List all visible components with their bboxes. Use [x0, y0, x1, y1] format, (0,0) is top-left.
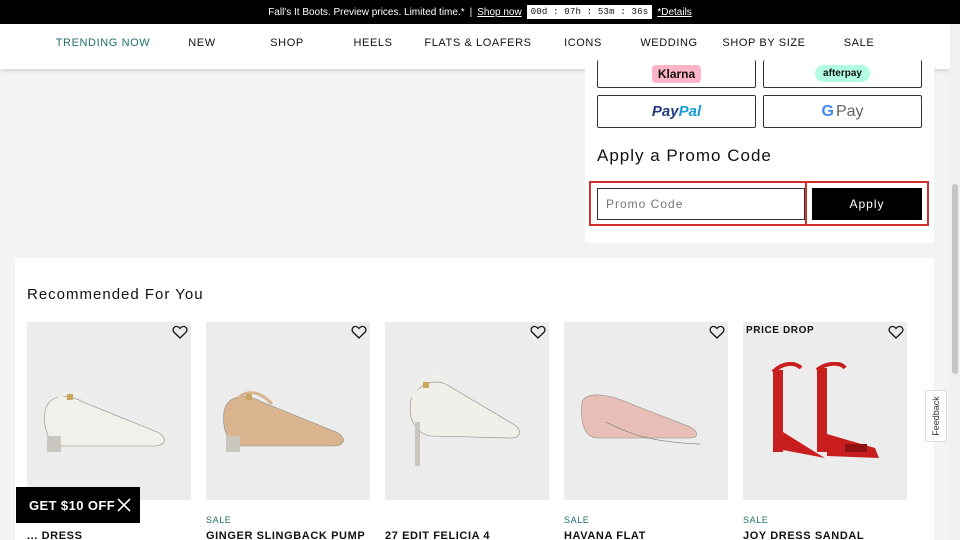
afterpay-button[interactable]: afterpay — [763, 60, 922, 88]
nav-shop[interactable]: SHOP — [270, 24, 304, 69]
google-g-icon: G — [821, 102, 834, 120]
apply-button[interactable]: Apply — [812, 188, 922, 220]
afterpay-logo: afterpay — [815, 65, 870, 82]
product-card[interactable]: 27 EDIT FELICIA 4SLINGBACK DRESS SHOE — [385, 322, 549, 540]
product-name-line-1: HAVANA FLAT — [564, 530, 646, 540]
klarna-logo: Klarna — [651, 64, 702, 83]
recommended-title: Recommended For You — [27, 286, 204, 303]
promo-separator: | — [469, 6, 473, 18]
heart-icon[interactable] — [709, 324, 725, 340]
feedback-label: Feedback — [931, 396, 941, 436]
klarna-button[interactable]: Klarna — [597, 60, 756, 88]
paypal-logo: PayPal — [652, 103, 701, 120]
promo-message: Fall's It Boots. Preview prices. Limited… — [268, 6, 465, 18]
product-name-line-1: ... DRESS — [27, 530, 83, 540]
promo-bar: Fall's It Boots. Preview prices. Limited… — [0, 0, 960, 24]
page-scrollbar[interactable] — [950, 24, 960, 540]
product-name[interactable]: HAVANA FLAT — [564, 529, 728, 540]
product-image[interactable] — [27, 322, 191, 500]
google-pay-logo: G Pay — [821, 103, 863, 121]
product-name-line-1: JOY DRESS SANDAL — [743, 530, 865, 540]
product-name[interactable]: ... DRESSSHOE — [27, 529, 191, 540]
promo-code-input[interactable] — [597, 188, 805, 220]
promo-highlight-divider — [805, 181, 807, 226]
paypal-logo-part-1: Pay — [651, 103, 679, 120]
product-card[interactable]: PRICE DROP SALE JOY DRESS SANDAL — [743, 322, 907, 540]
sale-label — [385, 515, 549, 526]
sale-label: SALE — [564, 515, 590, 525]
product-image[interactable] — [564, 322, 728, 500]
heart-icon[interactable] — [172, 324, 188, 340]
product-image[interactable] — [385, 322, 549, 500]
get-10-off-label: GET $10 OFF — [29, 497, 116, 513]
paypal-logo-part-2: Pal — [678, 103, 702, 120]
product-name-line-1: GINGER SLINGBACK PUMP — [206, 530, 366, 540]
product-name-line-1: 27 EDIT FELICIA 4 — [385, 530, 491, 540]
google-pay-button[interactable]: G Pay — [763, 95, 922, 128]
product-image[interactable] — [206, 322, 370, 500]
nav-trending-now[interactable]: TRENDING NOW — [56, 24, 151, 69]
product-name[interactable]: JOY DRESS SANDAL — [743, 529, 907, 540]
heart-icon[interactable] — [888, 324, 904, 340]
close-icon[interactable] — [117, 498, 131, 512]
product-image[interactable]: PRICE DROP — [743, 322, 907, 500]
product-name[interactable]: GINGER SLINGBACK PUMP — [206, 529, 370, 540]
shop-now-link[interactable]: Shop now — [477, 7, 521, 18]
heart-icon[interactable] — [351, 324, 367, 340]
get-10-off-popup[interactable]: GET $10 OFF — [16, 487, 140, 523]
product-name[interactable]: 27 EDIT FELICIA 4SLINGBACK DRESS SHOE — [385, 529, 549, 540]
feedback-tab[interactable]: Feedback — [925, 390, 947, 442]
nav-heels[interactable]: HEELS — [353, 24, 392, 69]
nav-flats-loafers[interactable]: FLATS & LOAFERS — [424, 24, 531, 69]
promo-code-title: Apply a Promo Code — [597, 146, 772, 165]
google-pay-text: Pay — [835, 102, 864, 120]
scrollbar-thumb[interactable] — [952, 184, 958, 374]
nav-new[interactable]: NEW — [188, 24, 215, 69]
heart-icon[interactable] — [530, 324, 546, 340]
details-link[interactable]: *Details — [657, 7, 691, 18]
sale-label: SALE — [743, 515, 769, 525]
paypal-button[interactable]: PayPal — [597, 95, 756, 128]
product-card[interactable]: SALE GINGER SLINGBACK PUMP — [206, 322, 370, 540]
price-drop-badge: PRICE DROP — [746, 325, 815, 336]
sale-label: SALE — [206, 515, 232, 525]
countdown-timer: 00d : 07h : 53m : 36s — [526, 5, 653, 19]
product-card[interactable]: SALE HAVANA FLAT — [564, 322, 728, 540]
